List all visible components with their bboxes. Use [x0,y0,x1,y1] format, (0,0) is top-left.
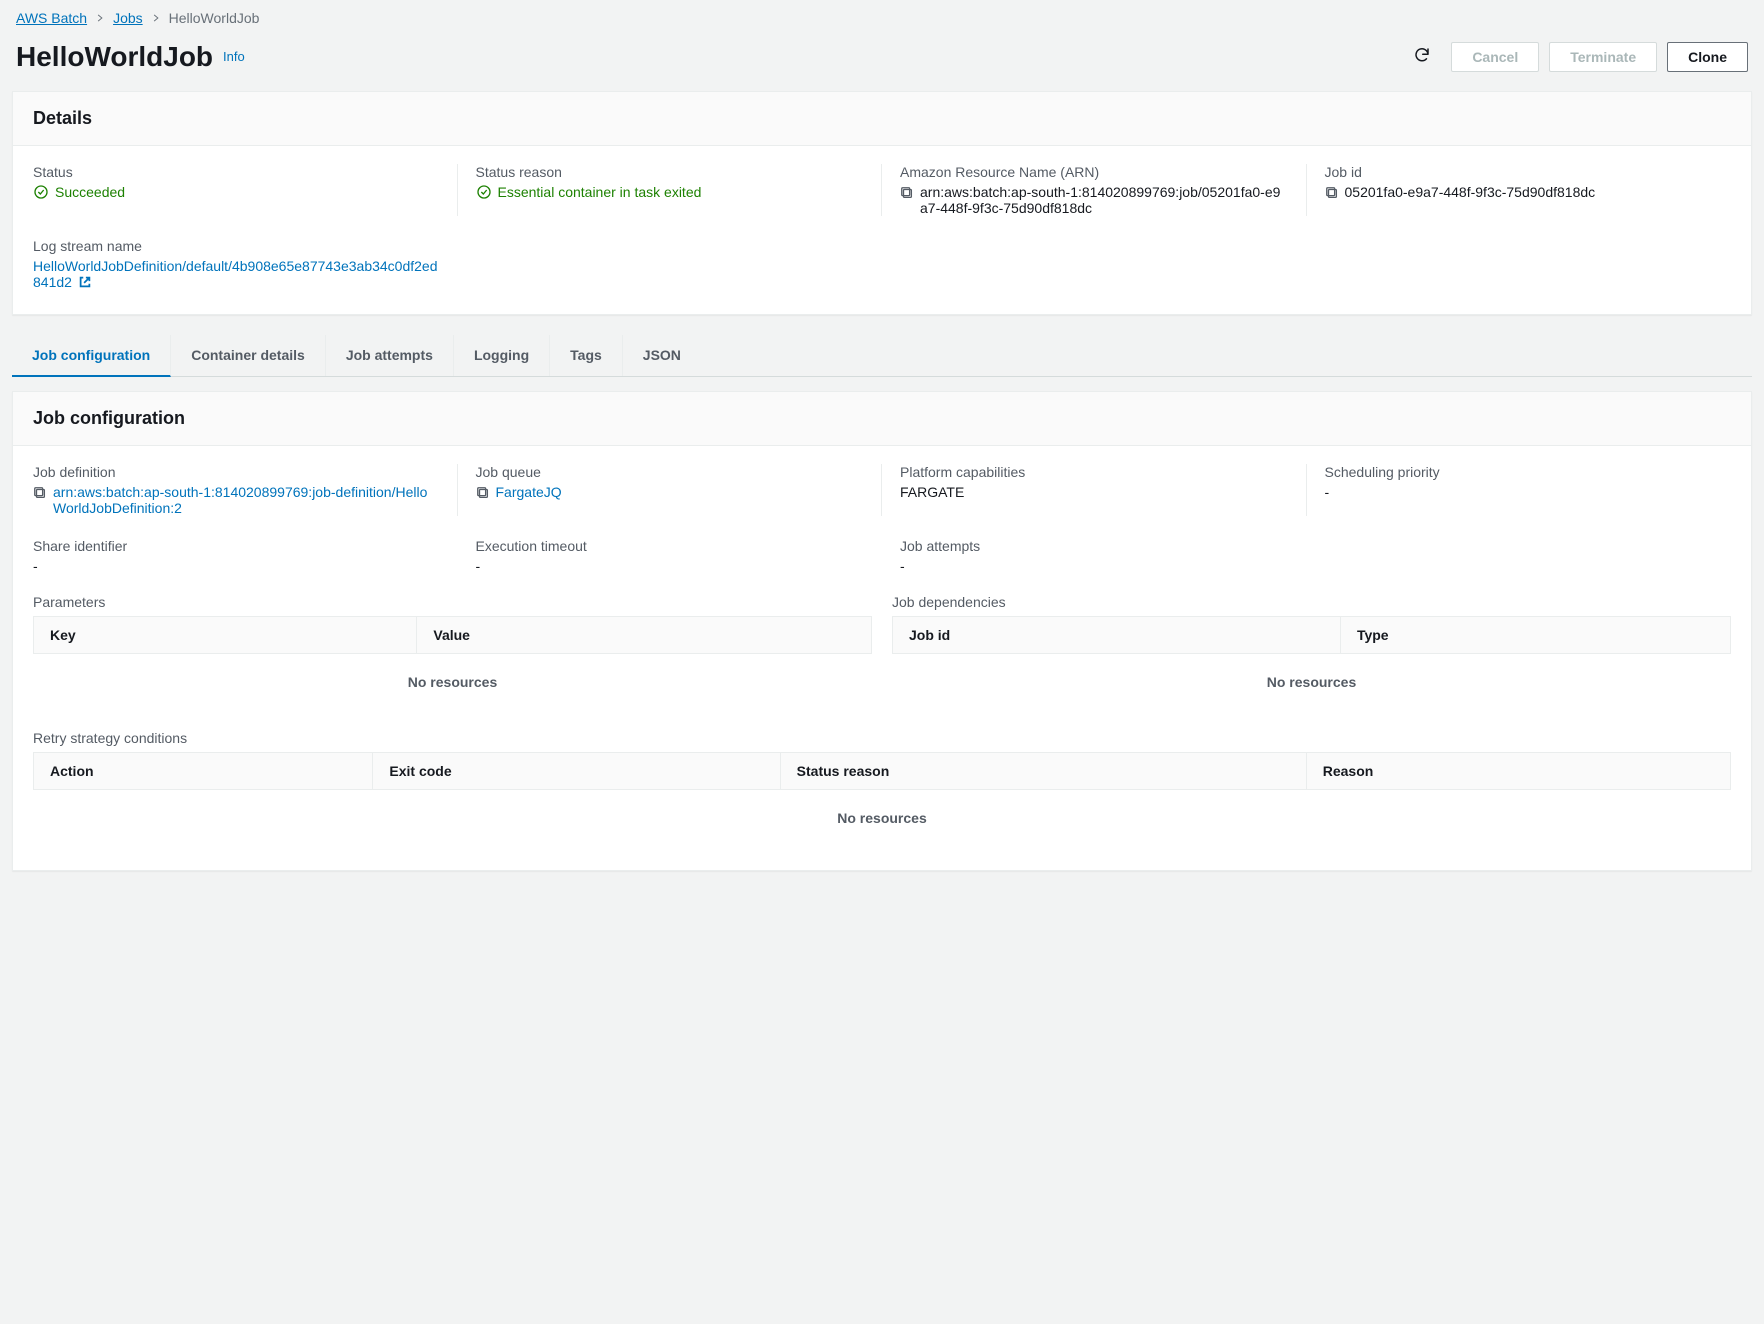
tab-job-attempts[interactable]: Job attempts [326,335,454,376]
chevron-right-icon [151,10,161,26]
copy-icon[interactable] [1325,186,1339,200]
tab-job-configuration[interactable]: Job configuration [12,335,171,377]
status-reason-value: Essential container in task exited [476,184,702,200]
share-value: - [33,558,440,574]
parameters-empty: No resources [33,654,872,710]
status-reason-label: Status reason [476,164,864,180]
retry-table: Action Exit code Status reason Reason [33,752,1731,790]
page-header: HelloWorldJob Info Cancel Terminate Clon… [12,32,1752,91]
retry-action-col: Action [34,753,373,790]
breadcrumb-root[interactable]: AWS Batch [16,10,87,26]
chevron-right-icon [95,10,105,26]
logstream-link[interactable]: HelloWorldJobDefinition/default/4b908e65… [33,258,438,290]
tab-container-details[interactable]: Container details [171,335,326,376]
check-circle-icon [33,184,49,200]
dependencies-label: Job dependencies [892,594,1731,610]
copy-icon[interactable] [900,186,914,200]
retry-status-col: Status reason [780,753,1306,790]
priority-label: Scheduling priority [1325,464,1714,480]
refresh-button[interactable] [1403,40,1441,73]
cancel-button: Cancel [1451,42,1539,72]
dependencies-empty: No resources [892,654,1731,710]
check-circle-icon [476,184,492,200]
details-panel: Details Status Succeeded Status reason E… [12,91,1752,315]
params-value-col: Value [417,617,872,654]
jobqueue-label: Job queue [476,464,864,480]
priority-value: - [1325,484,1714,500]
arn-value: arn:aws:batch:ap-south-1:814020899769:jo… [920,184,1288,216]
jobconfig-title: Job configuration [33,408,1731,429]
retry-reason-col: Reason [1306,753,1730,790]
parameters-table: Key Value [33,616,872,654]
tab-tags[interactable]: Tags [550,335,623,376]
jobconfig-panel: Job configuration Job definition arn:aws… [12,391,1752,871]
jobid-label: Job id [1325,164,1714,180]
jobqueue-link[interactable]: FargateJQ [496,484,562,500]
retry-exit-col: Exit code [373,753,780,790]
arn-label: Amazon Resource Name (ARN) [900,164,1288,180]
jobdef-link[interactable]: arn:aws:batch:ap-south-1:814020899769:jo… [53,484,439,516]
breadcrumb: AWS Batch Jobs HelloWorldJob [12,0,1752,32]
retry-label: Retry strategy conditions [33,730,1731,746]
clone-button[interactable]: Clone [1667,42,1748,72]
breadcrumb-parent[interactable]: Jobs [113,10,143,26]
params-key-col: Key [34,617,417,654]
jobdef-label: Job definition [33,464,439,480]
info-link[interactable]: Info [223,49,245,64]
timeout-value: - [476,558,865,574]
tab-logging[interactable]: Logging [454,335,550,376]
refresh-icon [1413,46,1431,64]
page-title: HelloWorldJob [16,41,213,73]
deps-type-col: Type [1340,617,1730,654]
attempts-label: Job attempts [900,538,1289,554]
status-value: Succeeded [33,184,125,200]
platform-label: Platform capabilities [900,464,1288,480]
details-title: Details [33,108,1731,129]
share-label: Share identifier [33,538,440,554]
retry-empty: No resources [33,790,1731,846]
logstream-label: Log stream name [33,238,440,254]
tab-json[interactable]: JSON [623,335,701,376]
external-link-icon [78,275,92,289]
jobid-value: 05201fa0-e9a7-448f-9f3c-75d90df818dc [1345,184,1596,200]
breadcrumb-current: HelloWorldJob [169,10,260,26]
timeout-label: Execution timeout [476,538,865,554]
status-label: Status [33,164,439,180]
dependencies-table: Job id Type [892,616,1731,654]
parameters-label: Parameters [33,594,872,610]
copy-icon[interactable] [33,486,47,500]
copy-icon[interactable] [476,486,490,500]
terminate-button: Terminate [1549,42,1657,72]
platform-value: FARGATE [900,484,1288,500]
deps-jobid-col: Job id [893,617,1341,654]
attempts-value: - [900,558,1289,574]
tabs: Job configuration Container details Job … [12,335,1752,377]
